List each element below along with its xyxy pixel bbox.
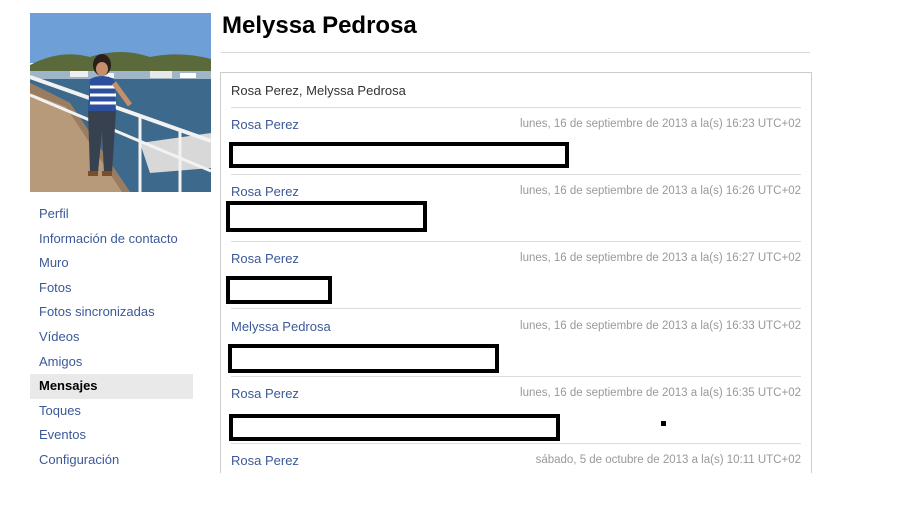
message-thread: Rosa Perez, Melyssa Pedrosa Rosa Perez l… [220, 72, 812, 473]
message-item: Melyssa Pedrosa lunes, 16 de septiembre … [228, 310, 801, 377]
redacted-message-text [228, 344, 499, 373]
message-timestamp: lunes, 16 de septiembre de 2013 a la(s) … [520, 118, 801, 130]
sidebar-item-eventos[interactable]: Eventos [30, 423, 193, 448]
sidebar-item-fotos-sincronizadas[interactable]: Fotos sincronizadas [30, 300, 193, 325]
sidebar-item-muro[interactable]: Muro [30, 251, 193, 276]
sidebar-item-toques[interactable]: Toques [30, 399, 193, 424]
message-author[interactable]: Rosa Perez [231, 386, 299, 401]
profile-photo [30, 13, 211, 192]
message-timestamp: lunes, 16 de septiembre de 2013 a la(s) … [520, 320, 801, 332]
divider [231, 308, 801, 309]
redacted-message-text [226, 276, 332, 304]
sidebar-item-mensajes[interactable]: Mensajes [30, 374, 193, 399]
sidebar-item-amigos[interactable]: Amigos [30, 350, 193, 375]
message-timestamp: lunes, 16 de septiembre de 2013 a la(s) … [520, 387, 801, 399]
message-author[interactable]: Rosa Perez [231, 117, 299, 132]
profile-sidebar-nav: Perfil Información de contacto Muro Foto… [30, 202, 193, 473]
sidebar-item-perfil[interactable]: Perfil [30, 202, 193, 227]
message-item: Rosa Perez lunes, 16 de septiembre de 20… [226, 175, 801, 242]
message-timestamp: sábado, 5 de octubre de 2013 a la(s) 10:… [535, 454, 801, 466]
sidebar-item-configuracion[interactable]: Configuración [30, 448, 193, 473]
message-author[interactable]: Melyssa Pedrosa [231, 319, 331, 334]
title-divider [221, 52, 810, 53]
sidebar-item-informacion-de-contacto[interactable]: Información de contacto [30, 227, 193, 252]
thread-participants: Rosa Perez, Melyssa Pedrosa [231, 83, 406, 98]
page-title: Melyssa Pedrosa [222, 12, 417, 39]
message-item: Rosa Perez lunes, 16 de septiembre de 20… [229, 108, 801, 175]
message-author[interactable]: Rosa Perez [231, 184, 299, 199]
message-author[interactable]: Rosa Perez [231, 251, 299, 266]
redacted-message-text [229, 414, 560, 441]
message-author[interactable]: Rosa Perez [231, 453, 299, 468]
stray-mark [661, 421, 666, 426]
message-item: Rosa Perez lunes, 16 de septiembre de 20… [226, 242, 801, 309]
sidebar-item-videos[interactable]: Vídeos [30, 325, 193, 350]
message-timestamp: lunes, 16 de septiembre de 2013 a la(s) … [520, 252, 801, 264]
sidebar-item-fotos[interactable]: Fotos [30, 276, 193, 301]
message-item: Rosa Perez sábado, 5 de octubre de 2013 … [231, 444, 801, 511]
message-item: Rosa Perez lunes, 16 de septiembre de 20… [229, 377, 801, 444]
redacted-message-text [226, 201, 427, 232]
redacted-message-text [229, 142, 569, 168]
message-timestamp: lunes, 16 de septiembre de 2013 a la(s) … [520, 185, 801, 197]
